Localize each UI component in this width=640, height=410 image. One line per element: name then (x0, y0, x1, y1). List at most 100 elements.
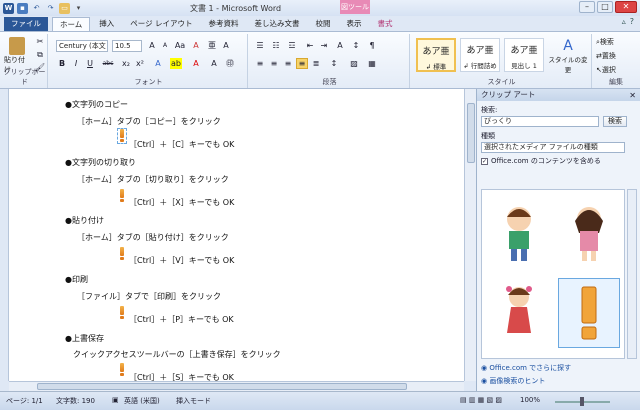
zoom-level[interactable]: 100% (520, 396, 540, 404)
doc-line: ［Ctrl］＋［C］キーでも OK (129, 140, 235, 149)
group-clipboard: 貼り付け ✂ ⧉ 🖌 クリップボード (2, 34, 48, 88)
italic-button[interactable]: I (70, 58, 82, 69)
language-indicator[interactable]: 英語 (米国) (124, 396, 160, 406)
select-button[interactable]: ↖ 選択 (596, 64, 636, 76)
save-icon[interactable]: ▪ (17, 2, 28, 14)
search-input[interactable]: びっくり (481, 116, 599, 127)
char-shading-icon[interactable]: A (208, 58, 220, 69)
word-count[interactable]: 文字数: 190 (56, 396, 95, 406)
checkbox-icon[interactable]: ✓ (481, 157, 488, 165)
doc-line: ［ホーム］タブの［貼り付け］をクリック (77, 233, 229, 242)
close-pane-icon[interactable]: ✕ (629, 90, 636, 102)
scroll-thumb[interactable] (37, 383, 407, 390)
customize-qat-icon[interactable]: ▾ (73, 3, 84, 14)
clipart-boy-result[interactable] (488, 198, 550, 268)
change-styles-button[interactable]: A スタイルの変更 (548, 36, 588, 76)
increase-indent-icon[interactable]: ⇥ (318, 40, 330, 51)
font-name-combo[interactable]: Century (本文 (56, 40, 108, 52)
tab-format[interactable]: 書式 (371, 17, 400, 31)
tab-mailings[interactable]: 差し込み文書 (248, 17, 307, 31)
enclose-char-icon[interactable]: ㊞ (224, 58, 236, 69)
align-right-icon[interactable]: ≡ (282, 58, 294, 69)
minimize-ribbon-icon[interactable]: ▵ (622, 17, 626, 26)
office-content-option[interactable]: ✓ Office.com のコンテンツを含める (481, 156, 601, 166)
style-normal[interactable]: あア亜 ↲ 標準 (416, 38, 456, 72)
ribbon-tabs: ファイル ホーム 挿入 ページ レイアウト 参考資料 差し込み文書 校閲 表示 … (0, 16, 640, 31)
clipart-girl-result[interactable] (558, 198, 620, 268)
align-left-icon[interactable]: ≡ (254, 58, 266, 69)
char-border-icon[interactable]: A (220, 40, 232, 51)
maximize-button[interactable]: □ (597, 1, 613, 13)
distribute-icon[interactable]: ≣ (310, 58, 322, 69)
tab-insert[interactable]: 挿入 (92, 17, 121, 31)
subscript-button[interactable]: x₂ (120, 58, 132, 69)
close-button[interactable]: ✕ (615, 1, 637, 13)
strikethrough-button[interactable]: abc (100, 58, 116, 69)
tab-view[interactable]: 表示 (340, 17, 369, 31)
text-effect-icon[interactable]: A (152, 58, 164, 69)
redo-icon[interactable]: ↷ (45, 3, 56, 14)
grow-font-icon[interactable]: A (146, 40, 158, 51)
tab-page-layout[interactable]: ページ レイアウト (123, 17, 199, 31)
word-app-icon[interactable]: W (3, 2, 14, 14)
search-button[interactable]: 検索 (603, 116, 627, 127)
scroll-thumb[interactable] (467, 103, 475, 163)
office-more-link[interactable]: ◉ Office.com でさらに探す (481, 363, 571, 373)
tab-review[interactable]: 校閲 (309, 17, 338, 31)
change-case-icon[interactable]: Aa (174, 40, 186, 51)
asian-layout-icon[interactable]: A (334, 40, 346, 51)
highlight-icon[interactable]: ab (170, 58, 182, 69)
numbering-icon[interactable]: ☷ (270, 40, 282, 51)
sort-icon[interactable]: ↕ (350, 40, 362, 51)
spell-check-icon[interactable]: ▣ (112, 396, 119, 404)
line-spacing-icon[interactable]: ↕ (328, 58, 340, 69)
help-icon[interactable]: ? (630, 17, 634, 26)
tab-home[interactable]: ホーム (52, 17, 91, 31)
cut-icon[interactable]: ✂ (34, 36, 46, 47)
results-scrollbar[interactable] (627, 189, 637, 359)
align-center-icon[interactable]: ≡ (268, 58, 280, 69)
zoom-slider-knob[interactable] (580, 397, 584, 406)
open-icon[interactable]: ▭ (59, 2, 70, 14)
minimize-button[interactable]: – (579, 1, 595, 13)
exclamation-clipart[interactable] (118, 247, 126, 261)
clipart-dancer-result[interactable] (488, 278, 550, 348)
clipart-exclamation-result[interactable] (558, 278, 620, 348)
bullets-icon[interactable]: ☰ (254, 40, 266, 51)
exclamation-clipart[interactable] (118, 363, 126, 377)
insert-mode[interactable]: 挿入モード (176, 396, 211, 406)
search-hint-link[interactable]: ◉ 画像検索のヒント (481, 376, 545, 386)
shading-icon[interactable]: ▨ (348, 58, 360, 69)
underline-button[interactable]: U (84, 58, 96, 69)
find-button[interactable]: ⌕ 検索 (596, 36, 636, 48)
font-size-combo[interactable]: 10.5 (112, 40, 142, 52)
multilevel-list-icon[interactable]: ☲ (286, 40, 298, 51)
horizontal-scrollbar[interactable] (9, 381, 464, 391)
exclamation-clipart[interactable] (117, 128, 127, 144)
exclamation-clipart[interactable] (118, 189, 126, 203)
tab-references[interactable]: 参考資料 (202, 17, 246, 31)
font-color-icon[interactable]: A (190, 58, 202, 69)
ribbon: 貼り付け ✂ ⧉ 🖌 クリップボード Century (本文 10.5 A A … (0, 31, 640, 89)
replace-button[interactable]: ⇄ 置換 (596, 50, 636, 62)
style-no-spacing[interactable]: あア亜 ↲ 行間詰め (460, 38, 500, 72)
view-buttons[interactable]: ▤ ▥ ▦ ▧ ▨ (460, 396, 502, 404)
clear-format-icon[interactable]: A (190, 40, 202, 51)
exclamation-clipart[interactable] (118, 306, 126, 320)
bold-button[interactable]: B (56, 58, 68, 69)
show-marks-icon[interactable]: ¶ (366, 40, 378, 51)
media-type-select[interactable]: 選択されたメディア ファイルの種類 (481, 142, 625, 153)
vertical-scrollbar[interactable] (464, 89, 476, 381)
page-count[interactable]: ページ: 1/1 (6, 396, 43, 406)
superscript-button[interactable]: x² (134, 58, 146, 69)
copy-icon[interactable]: ⧉ (34, 49, 46, 60)
decrease-indent-icon[interactable]: ⇤ (304, 40, 316, 51)
borders-icon[interactable]: ▦ (366, 58, 378, 69)
document-area[interactable]: ●文字列のコピー ［ホーム］タブの［コピー］をクリック ［Ctrl］＋［C］キー… (9, 89, 464, 381)
tab-file[interactable]: ファイル (4, 17, 48, 31)
undo-icon[interactable]: ↶ (31, 3, 42, 14)
shrink-font-icon[interactable]: A (159, 40, 171, 51)
phonetic-guide-icon[interactable]: 亜 (206, 40, 218, 51)
justify-icon[interactable]: ≡ (296, 58, 308, 69)
style-heading-1[interactable]: あア亜 見出し 1 (504, 38, 544, 72)
